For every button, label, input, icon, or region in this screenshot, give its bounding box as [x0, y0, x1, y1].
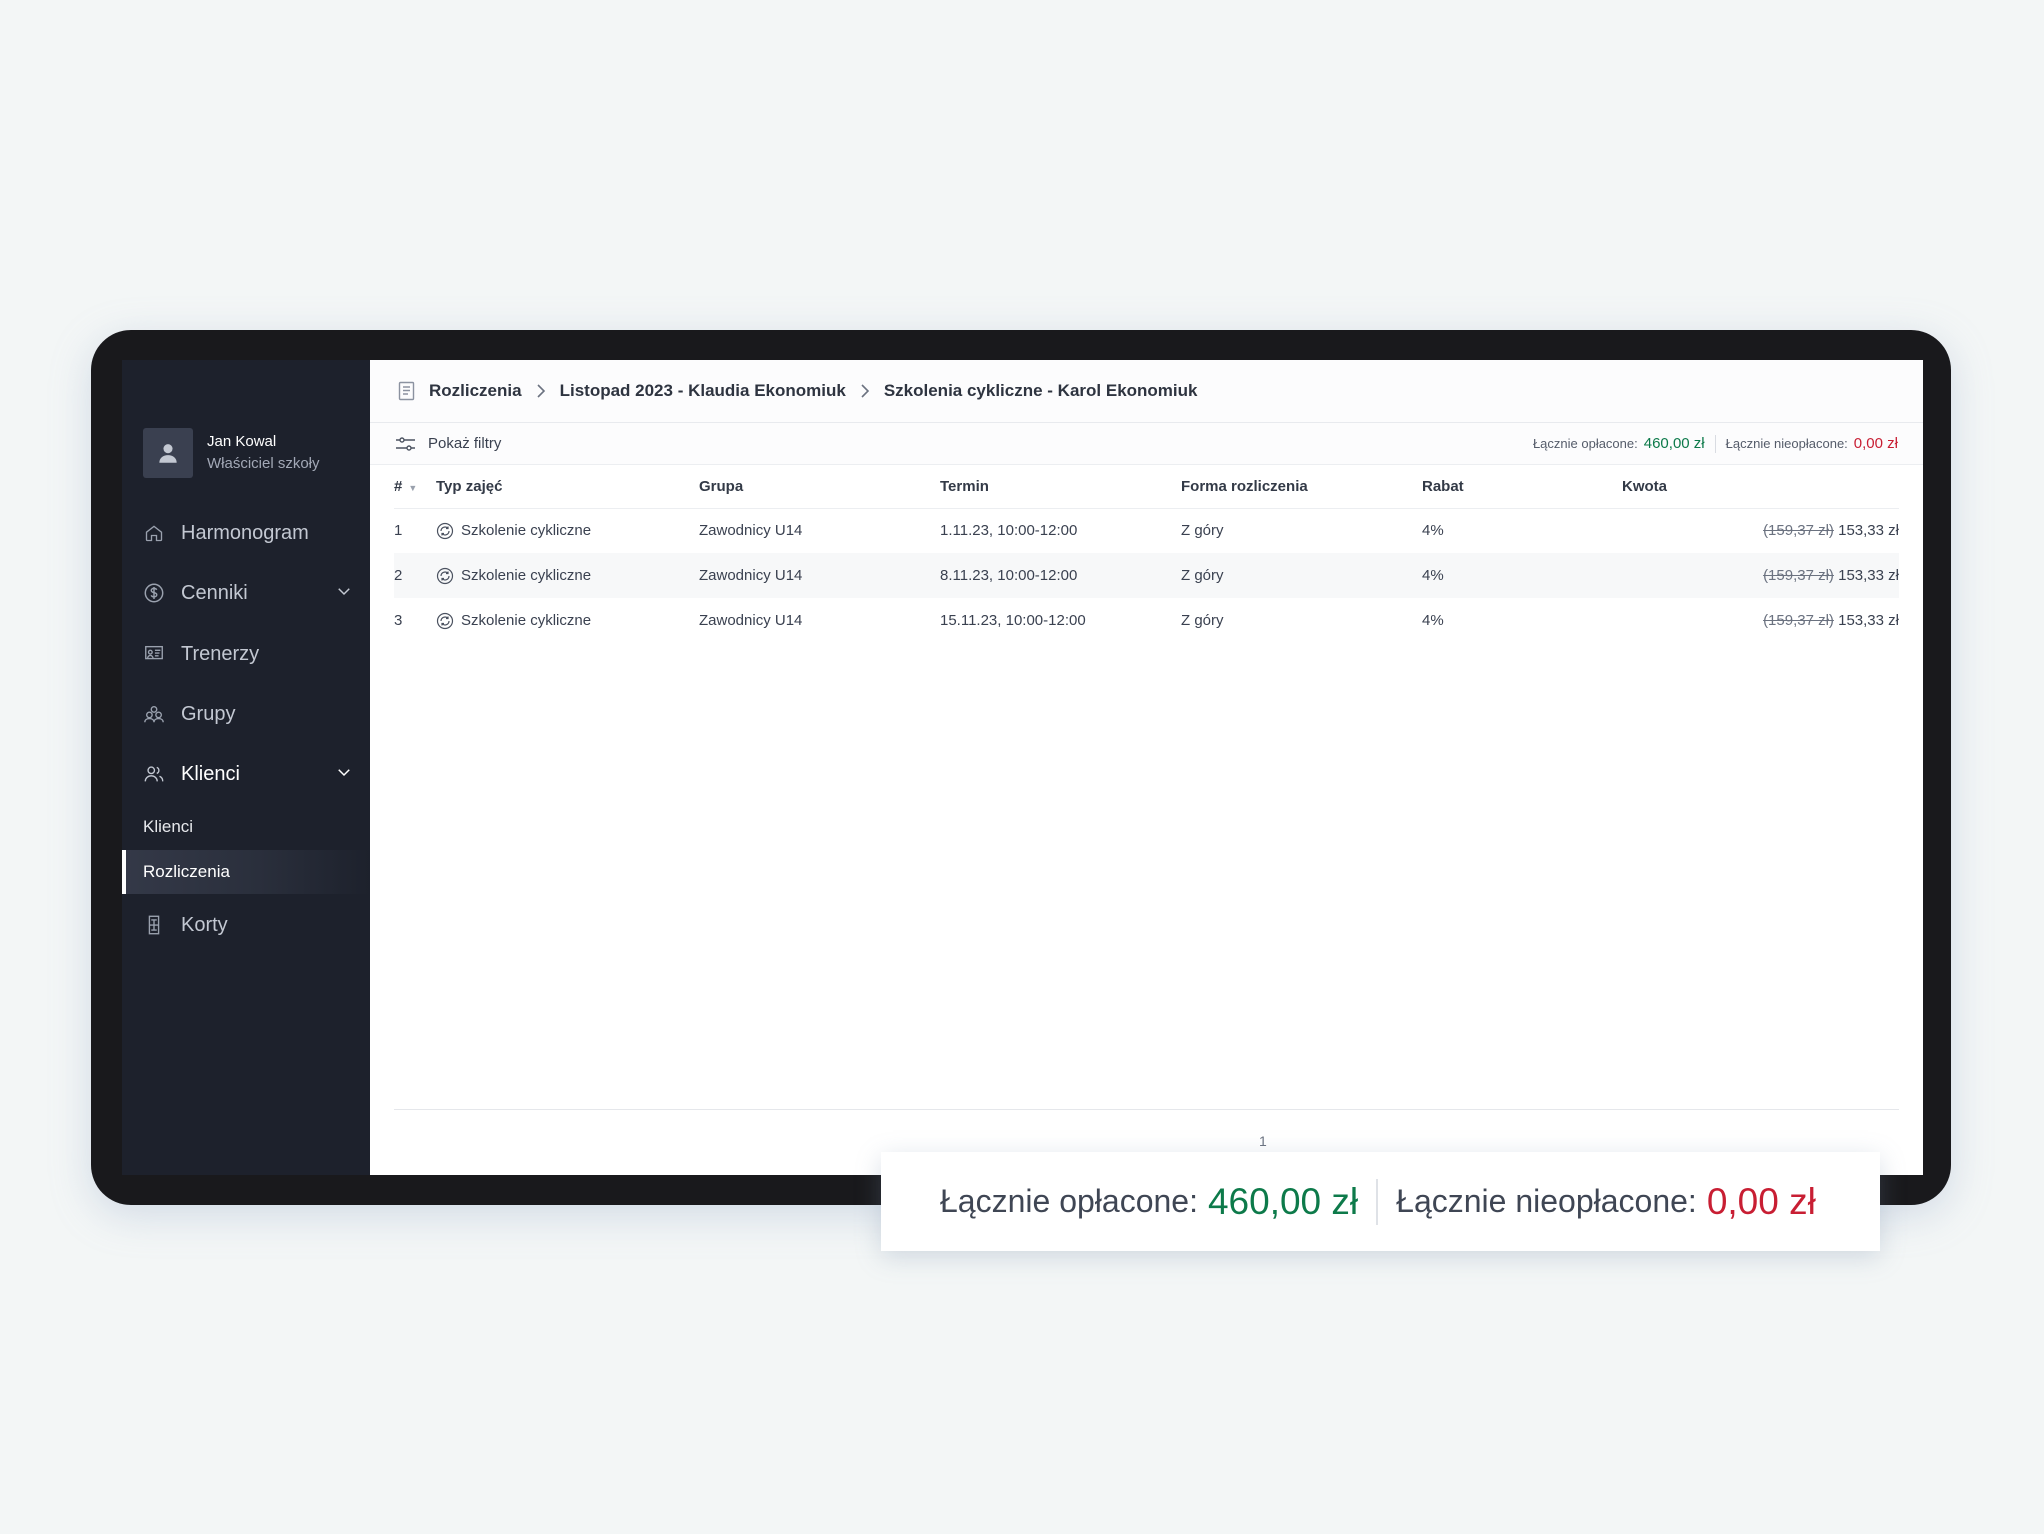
- row-number: 2: [394, 553, 436, 598]
- column-header-settlement-form[interactable]: Forma rozliczenia: [1181, 465, 1422, 509]
- recurring-training-icon: [436, 612, 454, 630]
- users-icon: [143, 763, 165, 785]
- group-name: Zawodnicy U14: [699, 522, 803, 540]
- settlement-form: Z góry: [1181, 553, 1422, 598]
- divider: [1376, 1178, 1379, 1225]
- row-number: 3: [394, 612, 403, 629]
- sidebar-subitem-rozliczenia[interactable]: Rozliczenia: [122, 850, 370, 894]
- table-row[interactable]: 3 Szkolenie cykliczne Zawodnicy U14 15.1…: [394, 598, 1899, 643]
- sort-icon[interactable]: ▼: [408, 483, 417, 493]
- recurring-training-icon: [436, 567, 454, 585]
- callout-unpaid-value: 0,00 zł: [1706, 1180, 1816, 1222]
- sidebar-item-label: Grupy: [181, 702, 236, 725]
- column-header-number[interactable]: # ▼: [394, 465, 436, 509]
- discount: 4%: [1422, 612, 1444, 629]
- app-screen: Jan Kowal Właściciel szkoły Harmonogram …: [122, 360, 1923, 1175]
- sidebar-subitem-label: Rozliczenia: [143, 862, 230, 881]
- user-role: Właściciel szkoły: [207, 455, 320, 472]
- pagination-divider: [394, 1109, 1899, 1110]
- totals-callout: Łącznie opłacone: 460,00 zł Łącznie nieo…: [881, 1152, 1880, 1251]
- group-name: Zawodnicy U14: [699, 612, 803, 629]
- class-type: Szkolenie cykliczne: [461, 522, 592, 540]
- user-name: Jan Kowal: [207, 433, 277, 450]
- final-price: 153,33 zł: [1838, 612, 1899, 629]
- group-name: Zawodnicy U14: [699, 553, 940, 598]
- original-price: (159,37 zł): [1763, 522, 1834, 540]
- sidebar-item-label: Korty: [181, 913, 228, 936]
- show-filters-button[interactable]: Pokaż filtry: [395, 435, 501, 452]
- column-header-amount[interactable]: Kwota: [1622, 465, 1899, 509]
- term: 8.11.23, 10:00-12:00: [940, 553, 1181, 598]
- sidebar: Jan Kowal Właściciel szkoły Harmonogram …: [122, 360, 370, 1175]
- sidebar-item-label: Trenerzy: [181, 642, 260, 665]
- callout-paid-label: Łącznie opłacone:: [940, 1183, 1198, 1219]
- home-icon: [143, 522, 165, 544]
- callout-unpaid-label: Łącznie nieopłacone:: [1396, 1183, 1697, 1219]
- dollar-circle-icon: [143, 582, 165, 604]
- term: 15.11.23, 10:00-12:00: [940, 612, 1086, 629]
- unpaid-total-value: 0,00 zł: [1853, 435, 1898, 452]
- sidebar-subitem-klienci[interactable]: Klienci: [122, 805, 370, 849]
- paid-total-label: Łącznie opłacone:: [1532, 436, 1638, 451]
- final-price: 153,33 zł: [1838, 522, 1899, 540]
- recurring-training-icon: [436, 522, 454, 540]
- chevron-right-icon: [858, 383, 872, 399]
- show-filters-label: Pokaż filtry: [428, 435, 502, 452]
- user-placeholder-icon: [159, 444, 177, 463]
- court-icon: [143, 914, 165, 936]
- table-row[interactable]: 1 Szkolenie cykliczne Zawodnicy U14 1.11…: [394, 508, 1899, 553]
- callout-paid-value: 460,00 zł: [1207, 1180, 1359, 1222]
- sidebar-item-label: Harmonogram: [181, 521, 309, 544]
- sidebar-item-korty[interactable]: Korty: [143, 905, 353, 945]
- settlement-form: Z góry: [1181, 522, 1224, 540]
- column-header-type[interactable]: Typ zajęć: [436, 465, 699, 509]
- chevron-down-icon[interactable]: [335, 582, 353, 606]
- sidebar-item-klienci[interactable]: Klienci: [143, 754, 353, 794]
- breadcrumb-item-month[interactable]: Listopad 2023 - Klaudia Ekonomiuk: [560, 381, 846, 401]
- table-header-row: # ▼ Typ zajęć Grupa Termin Forma rozlicze…: [394, 465, 1899, 509]
- unpaid-total-label: Łącznie nieopłacone:: [1725, 436, 1848, 451]
- table-row[interactable]: 2 Szkolenie cykliczne Zawodnicy U14 8.11…: [394, 553, 1899, 598]
- settlements-table: # ▼ Typ zajęć Grupa Termin Forma rozlicze…: [394, 465, 1899, 643]
- column-header-group[interactable]: Grupa: [699, 465, 940, 509]
- original-price: (159,37 zł): [1763, 567, 1834, 584]
- chevron-right-icon: [534, 383, 548, 399]
- chevron-down-icon[interactable]: [335, 763, 353, 787]
- totals-summary: Łącznie opłacone: 460,00 zł Łącznie nieo…: [1532, 434, 1898, 453]
- avatar: [143, 428, 193, 478]
- sidebar-item-label: Cenniki: [181, 581, 248, 604]
- user-profile[interactable]: Jan Kowal Właściciel szkoły: [143, 428, 320, 478]
- discount: 4%: [1422, 553, 1622, 598]
- toolbar: Pokaż filtry Łącznie opłacone: 460,00 zł…: [370, 423, 1923, 465]
- group-icon: [143, 703, 165, 725]
- trainer-board-icon: [143, 643, 165, 665]
- divider: [1714, 434, 1716, 453]
- document-icon: [398, 381, 415, 401]
- breadcrumb-item-current: Szkolenia cykliczne - Karol Ekonomiuk: [883, 381, 1198, 400]
- row-number: 1: [394, 522, 403, 540]
- sliders-icon: [395, 436, 416, 452]
- sidebar-item-label: Klienci: [181, 762, 240, 785]
- main-content: Rozliczenia Listopad 2023 - Klaudia Ekon…: [370, 360, 1923, 1175]
- final-price: 153,33 zł: [1838, 567, 1899, 584]
- sidebar-item-harmonogram[interactable]: Harmonogram: [143, 513, 353, 553]
- sidebar-subitem-label: Klienci: [143, 817, 194, 836]
- breadcrumb: Rozliczenia Listopad 2023 - Klaudia Ekon…: [370, 360, 1923, 423]
- sidebar-item-grupy[interactable]: Grupy: [143, 694, 353, 734]
- class-type: Szkolenie cykliczne: [461, 567, 592, 584]
- discount: 4%: [1422, 522, 1444, 540]
- class-type: Szkolenie cykliczne: [461, 612, 592, 629]
- breadcrumb-item-rozliczenia[interactable]: Rozliczenia: [429, 381, 522, 401]
- sidebar-item-cenniki[interactable]: Cenniki: [143, 573, 353, 613]
- pagination-page-1[interactable]: 1: [1259, 1133, 1267, 1149]
- paid-total-value: 460,00 zł: [1643, 435, 1705, 452]
- column-header-date[interactable]: Termin: [940, 465, 1181, 509]
- column-header-discount[interactable]: Rabat: [1422, 465, 1622, 509]
- original-price: (159,37 zł): [1763, 612, 1834, 629]
- term: 1.11.23, 10:00-12:00: [940, 522, 1078, 540]
- sidebar-item-trenerzy[interactable]: Trenerzy: [143, 634, 353, 674]
- settlement-form: Z góry: [1181, 612, 1224, 629]
